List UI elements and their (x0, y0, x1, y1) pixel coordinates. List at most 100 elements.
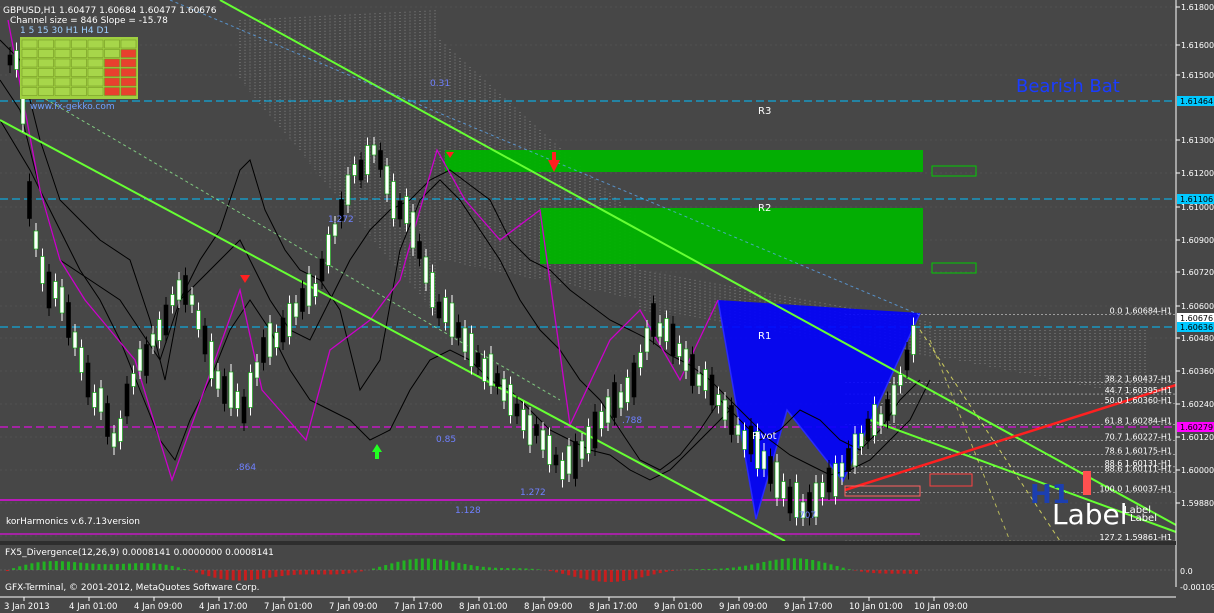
price-tick-label: 1.61000 (1181, 203, 1214, 212)
histogram-bar (451, 561, 455, 570)
histogram-bar (311, 570, 314, 575)
bull-candle (14, 50, 19, 70)
bull-candle (254, 361, 260, 379)
bull-candle (404, 196, 409, 224)
r3-label: R3 (758, 106, 771, 117)
histogram-bar (609, 570, 613, 582)
bear-candle (105, 403, 110, 437)
fib-ratio-6: 1.272 (328, 215, 354, 225)
bear-candle (787, 486, 793, 514)
histogram-bar (195, 570, 199, 573)
price-tick-label: 1.60120 (1181, 433, 1214, 442)
strength-cell (120, 87, 137, 96)
histogram-bar (640, 570, 644, 578)
bull-candle (235, 391, 240, 409)
histogram-bar (237, 570, 241, 581)
histogram-bar (128, 563, 131, 570)
bear-candle (280, 317, 286, 343)
histogram-bar (646, 570, 650, 576)
bull-candle (781, 481, 786, 499)
bear-candle (436, 301, 442, 319)
histogram-bar (628, 570, 632, 580)
pattern-name-label: Bearish Bat (1016, 76, 1120, 97)
bull-candle (150, 333, 156, 347)
bull-candle (111, 432, 117, 448)
histogram-bar (426, 558, 430, 570)
price-tick-label: 1.60000 (1181, 466, 1214, 475)
histogram-bar (109, 564, 113, 570)
histogram-bar (231, 570, 235, 581)
bull-candle (501, 378, 507, 402)
time-tick-label: 10 Jan 01:00 (849, 602, 903, 612)
supply-zone-upper (445, 150, 923, 172)
bear-candle (163, 304, 169, 336)
histogram-bar (414, 558, 418, 570)
bull-candle (852, 433, 858, 467)
big-label-text: Label (1052, 498, 1128, 531)
histogram-bar (603, 570, 607, 582)
histogram-bar (54, 561, 58, 570)
bull-candle (228, 371, 234, 409)
website-text[interactable]: www.fx-gekko.com (30, 102, 115, 112)
timeframes-text: 1 5 15 30 H1 H4 D1 (20, 26, 109, 36)
bull-candle (683, 348, 689, 372)
time-tick-label: 7 Jan 17:00 (394, 602, 442, 612)
bear-candle (553, 454, 559, 466)
bear-candle (222, 376, 227, 404)
sub-axis-tick-neg: -0.00109 (1180, 583, 1214, 592)
histogram-bar (115, 564, 119, 570)
histogram-bar (597, 570, 601, 582)
time-tick-label: 4 Jan 01:00 (69, 602, 117, 612)
fib-ratio-2: 1.128 (455, 506, 481, 516)
bear-candle (144, 344, 149, 376)
buy-arrow-stem (375, 452, 379, 459)
histogram-bar (890, 570, 894, 574)
r2-label: R2 (758, 203, 771, 214)
price-highlight-label: 1.61464 (1180, 97, 1213, 106)
histogram-bar (799, 558, 802, 570)
strength-cell (54, 87, 71, 96)
histogram-bar (36, 562, 40, 570)
strength-cell (71, 49, 87, 58)
strength-cell (87, 77, 104, 87)
histogram-bar (457, 562, 461, 570)
price-highlight-label: 1.60636 (1180, 323, 1213, 332)
bear-candle (826, 467, 832, 493)
fib-level-label: 78.6 1.60175-H1 (1105, 447, 1172, 456)
bull-candle (189, 294, 195, 306)
bull-candle (664, 318, 669, 342)
histogram-bar (823, 562, 827, 570)
sub-window-separator[interactable] (0, 541, 1176, 545)
bull-candle (215, 370, 221, 390)
bull-candle (391, 181, 396, 219)
histogram-bar (829, 564, 833, 570)
histogram-bar (140, 563, 144, 570)
histogram-bar (390, 563, 394, 570)
bear-candle (7, 54, 13, 66)
histogram-bar (67, 561, 70, 570)
bull-candle (839, 462, 845, 478)
strength-cell (104, 68, 120, 77)
histogram-bar (323, 570, 327, 575)
histogram-bar (817, 561, 821, 570)
histogram-bar (176, 567, 180, 570)
bull-candle (209, 341, 214, 379)
histogram-bar (286, 570, 290, 576)
histogram-bar (475, 566, 479, 570)
histogram-bar (347, 570, 351, 574)
bull-candle (508, 384, 513, 416)
histogram-bar (518, 568, 522, 570)
histogram-bar (335, 570, 339, 575)
histogram-bar (207, 570, 211, 577)
bull-candle (176, 279, 182, 301)
histogram-bar (487, 567, 491, 570)
histogram-bar (48, 561, 52, 570)
price-tick-label: 1.61300 (1181, 136, 1214, 145)
histogram-bar (884, 570, 888, 574)
strength-cell (104, 39, 120, 49)
histogram-bar (780, 558, 784, 570)
bull-candle (248, 372, 253, 408)
bull-candle (618, 391, 624, 409)
bull-candle (911, 325, 916, 355)
time-tick-label: 8 Jan 17:00 (589, 602, 637, 612)
